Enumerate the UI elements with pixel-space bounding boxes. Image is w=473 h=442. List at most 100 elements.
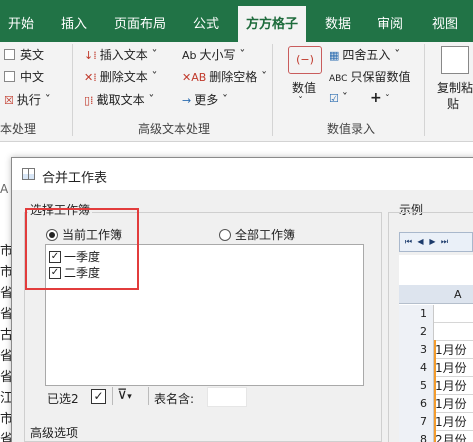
round-label: 四舍五入 bbox=[342, 48, 391, 62]
insert-text-label: 插入文本 bbox=[99, 48, 148, 62]
row-number: 5 bbox=[399, 377, 434, 395]
tab-page-layout[interactable]: 页面布局 bbox=[114, 13, 166, 32]
tab-view[interactable]: 视图 bbox=[432, 13, 458, 32]
table-row: 2 bbox=[399, 323, 473, 341]
tab-data[interactable]: 数据 bbox=[325, 13, 351, 32]
plus-dropdown-button[interactable]: + ˇ bbox=[370, 90, 390, 106]
english-option[interactable]: 英文 bbox=[4, 46, 44, 63]
table-row: 8 2月份 bbox=[399, 431, 473, 442]
row-number: 3 bbox=[399, 341, 434, 359]
delete-text-button[interactable]: ✕⁞ 删除文本 ˇ bbox=[84, 68, 158, 85]
ribbon-tab-bar: 开始 插入 页面布局 公式 方方格子 数据 审阅 视图 bbox=[0, 0, 473, 42]
advanced-options-label: 高级选项 bbox=[28, 424, 81, 441]
dialog-title-bar[interactable]: 合并工作表 bbox=[12, 158, 473, 190]
dialog-title: 合并工作表 bbox=[42, 171, 108, 186]
tab-formulas[interactable]: 公式 bbox=[193, 13, 219, 32]
table-row: 1 bbox=[399, 305, 473, 323]
case-icon: Ab bbox=[182, 49, 197, 62]
select-all-checkbox[interactable]: ✓ bbox=[91, 389, 106, 404]
sheet-navigation: ⏮ ◀ ▶ ⏭ bbox=[399, 232, 473, 252]
execute-button[interactable]: ☒ 执行 ˇ bbox=[4, 91, 51, 108]
round-icon: ▦ bbox=[329, 49, 340, 62]
table-row: 4 1月份 bbox=[399, 359, 473, 377]
preview-blank bbox=[399, 255, 473, 285]
delete-spaces-button[interactable]: ✕AB 删除空格 ˇ bbox=[182, 68, 267, 85]
numeric-dropdown-icon[interactable]: ˇ bbox=[298, 96, 303, 107]
cell-value: 1月份 bbox=[435, 397, 467, 411]
toolbar-divider bbox=[112, 387, 113, 405]
tab-insert[interactable]: 插入 bbox=[61, 13, 87, 32]
advanced-text-group-label: 高级文本处理 bbox=[138, 122, 211, 136]
row-number: 4 bbox=[399, 359, 434, 377]
radio-all-workbooks[interactable]: 全部工作簿 bbox=[219, 226, 295, 243]
numeric-icon: (−) bbox=[288, 46, 322, 74]
toolbar-divider bbox=[148, 387, 149, 405]
copy-paste-label: 复制粘 bbox=[437, 81, 473, 95]
table-row: 6 1月份 bbox=[399, 395, 473, 413]
insert-text-icon: ↓⁞ bbox=[84, 49, 97, 62]
chinese-option[interactable]: 中文 bbox=[4, 68, 44, 85]
ribbon-divider bbox=[72, 44, 73, 136]
cell-value: 1月份 bbox=[435, 361, 467, 375]
table-row: 5 1月份 bbox=[399, 377, 473, 395]
more-button[interactable]: → 更多 ˇ bbox=[182, 91, 228, 108]
paste-clipboard-icon bbox=[441, 46, 469, 74]
execute-label: 执行 bbox=[16, 93, 41, 107]
english-label: 英文 bbox=[20, 48, 45, 62]
ribbon-divider bbox=[424, 44, 425, 136]
tab-review[interactable]: 审阅 bbox=[377, 13, 403, 32]
table-name-label: 表名含: bbox=[154, 392, 195, 406]
sheet-icon bbox=[22, 168, 35, 180]
column-label: A bbox=[454, 288, 462, 301]
numeric-entry-group-label: 数值录入 bbox=[327, 122, 376, 136]
preview-grid: A 1 2 3 1月份 4 1月份 5 1月份 6 1月份 7 1月份 8 2月份 bbox=[399, 285, 473, 442]
extract-text-button[interactable]: ▯⁞ 截取文本 ˇ bbox=[84, 91, 154, 108]
column-a-header: A bbox=[0, 182, 9, 196]
cell-value: 1月份 bbox=[435, 343, 467, 357]
edit-icon: ☑ bbox=[329, 92, 339, 105]
first-sheet-icon[interactable]: ⏮ bbox=[403, 236, 414, 248]
more-label: 更多 bbox=[194, 93, 219, 107]
text-group-label: 本处理 bbox=[0, 122, 37, 136]
chinese-label: 中文 bbox=[20, 70, 45, 84]
delete-text-icon: ✕⁞ bbox=[84, 71, 97, 84]
tab-home[interactable]: 开始 bbox=[8, 13, 34, 32]
row-number: 6 bbox=[399, 395, 434, 413]
insert-text-button[interactable]: ↓⁞ 插入文本 ˇ bbox=[84, 46, 158, 63]
next-sheet-icon[interactable]: ▶ bbox=[427, 236, 438, 248]
row-number: 1 bbox=[399, 305, 434, 323]
ribbon-panel: 英文 中文 ☒ 执行 ˇ 本处理 ↓⁞ 插入文本 ˇ ✕⁞ 删除文本 ˇ ▯⁞ 截取文本… bbox=[0, 42, 473, 142]
plus-icon: + bbox=[370, 90, 382, 106]
tab-fangfang[interactable]: 方方格子 bbox=[238, 6, 307, 42]
row-number: 8 bbox=[399, 431, 434, 442]
filter-icon[interactable]: ⊽▾ bbox=[117, 387, 132, 403]
delete-spaces-label: 删除空格 bbox=[209, 70, 258, 84]
numeric-button[interactable]: 数值 bbox=[292, 79, 316, 96]
copy-paste-button[interactable]: 复制粘 bbox=[437, 79, 473, 96]
row-number: 2 bbox=[399, 323, 434, 341]
prev-sheet-icon[interactable]: ◀ bbox=[415, 236, 426, 248]
merge-boundary-marker bbox=[434, 340, 436, 442]
table-name-input[interactable] bbox=[207, 387, 247, 407]
extract-text-icon: ▯⁞ bbox=[84, 94, 94, 107]
numeric-label: 数值 bbox=[292, 81, 317, 95]
last-sheet-icon[interactable]: ⏭ bbox=[439, 236, 450, 248]
radio-all-label: 全部工作簿 bbox=[235, 228, 296, 242]
cell-value: 1月份 bbox=[435, 379, 467, 393]
table-row: 3 1月份 bbox=[399, 341, 473, 359]
annotation-highlight-box bbox=[25, 208, 139, 290]
english-checkbox-icon bbox=[4, 49, 15, 60]
cell-value: 1月份 bbox=[435, 415, 467, 429]
table-row: 7 1月份 bbox=[399, 413, 473, 431]
execute-icon: ☒ bbox=[4, 94, 14, 107]
keep-numeric-button[interactable]: ABC 只保留数值 bbox=[329, 68, 410, 85]
extract-text-label: 截取文本 bbox=[96, 93, 145, 107]
delete-text-label: 删除文本 bbox=[99, 70, 148, 84]
ribbon-divider bbox=[272, 44, 273, 136]
case-button[interactable]: Ab 大小写 ˇ bbox=[182, 46, 245, 63]
arrow-right-icon: → bbox=[182, 94, 192, 107]
edit-dropdown-button[interactable]: ☑ ˇ bbox=[329, 91, 348, 105]
round-button[interactable]: ▦ 四舍五入 ˇ bbox=[329, 46, 400, 63]
delete-spaces-icon: ✕AB bbox=[182, 71, 207, 84]
selected-count: 已选2 bbox=[47, 392, 79, 406]
